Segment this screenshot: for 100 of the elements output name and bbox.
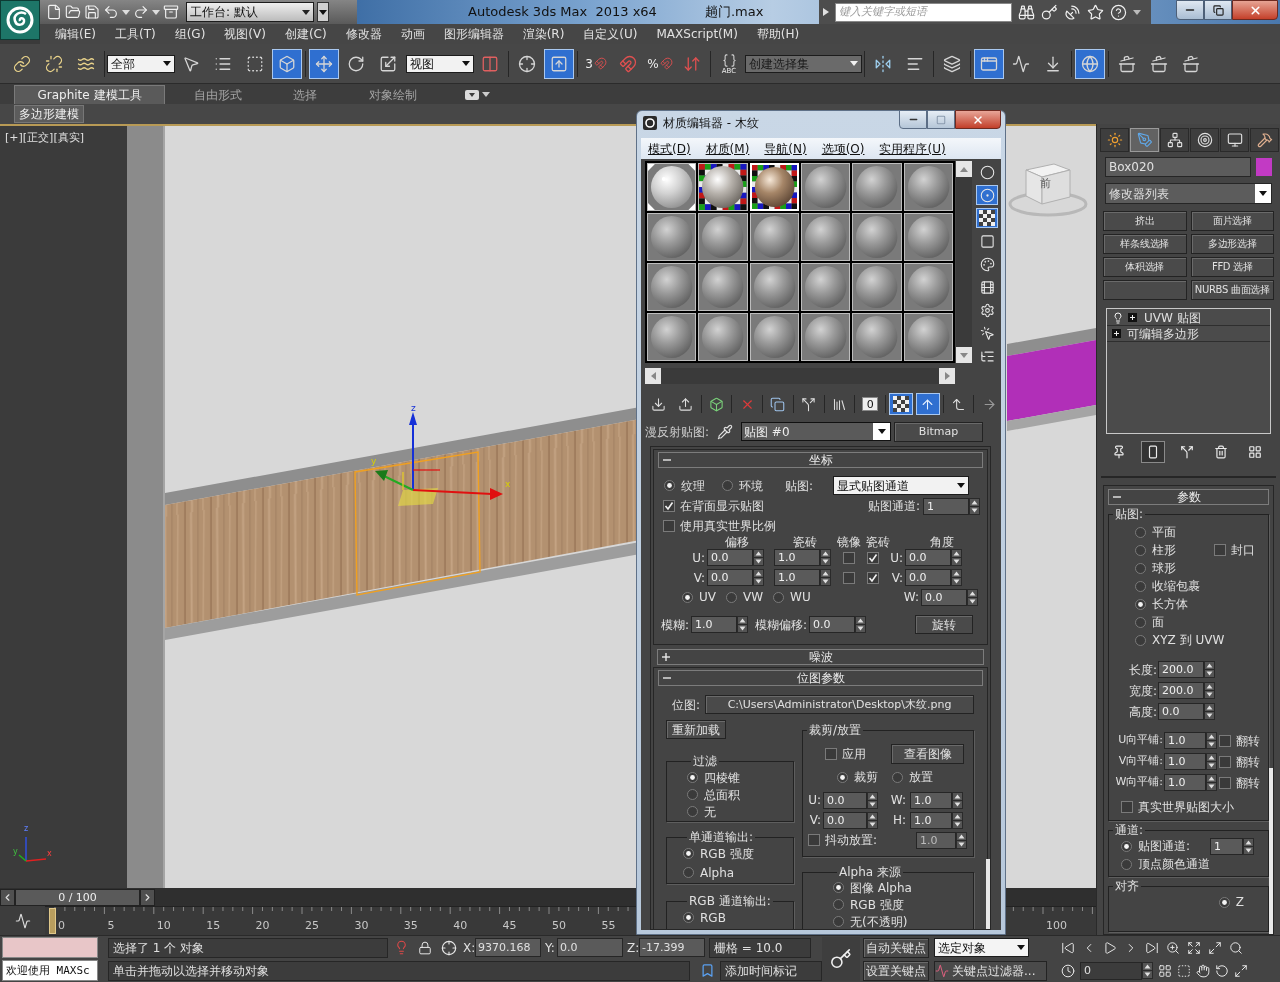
radio-button[interactable] — [1135, 598, 1146, 610]
spinner-field[interactable]: 0.0 — [707, 549, 753, 566]
spinner-field[interactable]: 1.0 — [691, 616, 738, 633]
menu-item[interactable]: 帮助(H) — [756, 28, 800, 40]
coordinate-field[interactable]: 0.0 — [557, 938, 623, 957]
dropdown[interactable]: 显式贴图通道 — [833, 476, 970, 495]
spinner-arrows-icon[interactable] — [867, 811, 878, 829]
spinner-field[interactable]: 0.0 — [823, 811, 867, 829]
spinner-field[interactable]: 200.0 — [1158, 661, 1204, 678]
move-button[interactable] — [309, 48, 339, 79]
menu-item[interactable]: 视图(V) — [224, 28, 266, 40]
checkbox[interactable] — [1219, 755, 1231, 768]
menu-item[interactable]: 编辑(E) — [55, 28, 96, 40]
keyboard-override-button[interactable] — [544, 48, 574, 79]
spinner-field[interactable]: 0.0 — [809, 616, 856, 633]
dropdown[interactable]: 全部 — [107, 54, 175, 73]
spinner-arrows-icon[interactable] — [737, 616, 749, 633]
current-frame-marker[interactable] — [49, 908, 56, 934]
checkbox[interactable] — [1121, 801, 1133, 813]
rollout-header[interactable]: 坐标 — [658, 452, 983, 468]
dropdown[interactable]: 选定对象 — [934, 938, 1029, 957]
toolbar-menu-button[interactable] — [317, 2, 329, 22]
radio-button[interactable] — [773, 591, 785, 603]
radio-button[interactable] — [722, 480, 733, 491]
spinner-field[interactable]: 0.0 — [707, 569, 753, 586]
checkbox[interactable] — [1219, 734, 1231, 747]
spinner-field[interactable]: 0.0 — [905, 569, 951, 586]
rollout-header[interactable]: 噪波 — [657, 649, 984, 665]
modifier-button[interactable]: NURBS 曲面选择 — [1190, 280, 1274, 300]
menu-item[interactable]: 工具(T) — [114, 28, 156, 40]
spinner-arrows-icon[interactable] — [1206, 732, 1217, 749]
expand-arrow-icon[interactable] — [823, 8, 829, 16]
move-gizmo[interactable] — [375, 412, 503, 506]
radio-button[interactable] — [892, 771, 903, 783]
menu-item[interactable]: 组(G) — [174, 28, 206, 40]
checkbox[interactable] — [1219, 776, 1231, 789]
checkbox[interactable] — [808, 834, 820, 846]
spinner-arrows-icon[interactable] — [967, 588, 978, 606]
sample-tool-button[interactable] — [976, 208, 998, 228]
bitmap-path-button[interactable]: C:\Users\Administrator\Desktop\木纹.png — [705, 695, 975, 714]
radio-button[interactable] — [726, 591, 737, 603]
spinner-field[interactable]: 1 — [923, 497, 969, 515]
coordinate-field[interactable]: 9370.168 — [475, 938, 541, 957]
spinner-arrows-icon[interactable] — [820, 569, 831, 586]
view-image-button[interactable]: 查看图像 — [891, 744, 964, 764]
spinner-arrows-icon[interactable] — [951, 569, 962, 586]
spinner-arrows-icon[interactable] — [969, 497, 980, 515]
spinner-field[interactable]: 200.0 — [1158, 682, 1204, 699]
time-slider-thumb[interactable]: 0 / 100 — [15, 888, 140, 906]
radio-button[interactable] — [1218, 896, 1230, 908]
radio-button[interactable] — [1135, 580, 1146, 592]
spinner-field[interactable]: 0.0 — [905, 549, 951, 566]
radio-button[interactable] — [683, 867, 694, 878]
spinner-arrows-icon[interactable] — [952, 811, 963, 829]
material-tool-button[interactable]: 0 — [858, 393, 883, 415]
plus-box-icon[interactable] — [1128, 313, 1137, 322]
spinner-field[interactable]: 1.0 — [774, 549, 820, 566]
spinner-field[interactable]: 1.0 — [1164, 753, 1206, 770]
modifier-list-dropdown[interactable]: 修改器列表 — [1105, 183, 1272, 204]
radio-button[interactable] — [833, 916, 844, 927]
current-frame-field[interactable]: 0 — [1080, 961, 1142, 980]
radio-button[interactable] — [682, 591, 693, 603]
command-panel-tab[interactable] — [1190, 128, 1219, 152]
window-crossing-button[interactable] — [272, 48, 302, 79]
spinner-arrows-icon[interactable] — [951, 549, 962, 566]
spinner-arrows-icon[interactable] — [867, 791, 878, 809]
rollout-header[interactable]: 参数 — [1108, 489, 1269, 505]
scroll-right-icon[interactable] — [944, 372, 950, 380]
maximize-button[interactable] — [927, 110, 955, 129]
checkbox[interactable] — [663, 519, 675, 532]
spinner-arrows-icon[interactable] — [1204, 682, 1215, 699]
radio-button[interactable] — [837, 771, 848, 783]
radio-button[interactable] — [1135, 616, 1146, 628]
radio-button[interactable] — [687, 789, 698, 800]
viewport-label[interactable]: [+][正交][真实] — [5, 130, 84, 147]
material-editor-button[interactable] — [1075, 48, 1105, 79]
spinner-arrows-icon[interactable] — [753, 569, 764, 586]
radio-button[interactable] — [1121, 840, 1132, 852]
radio-button[interactable] — [1121, 858, 1132, 870]
plus-box-icon[interactable] — [1112, 329, 1121, 338]
command-panel-tab[interactable] — [1250, 128, 1279, 152]
radio-button[interactable] — [687, 806, 698, 817]
modifier-button[interactable]: 挤出 — [1103, 211, 1187, 231]
time-tag-field[interactable]: 添加时间标记 — [720, 960, 822, 981]
checkbox[interactable] — [843, 571, 855, 584]
dropdown[interactable]: 视图 — [406, 54, 474, 73]
scroll-up-icon[interactable] — [960, 166, 968, 172]
spinner-field[interactable]: 1.0 — [774, 569, 820, 586]
map-name-dropdown[interactable]: 贴图 #0 — [741, 422, 892, 441]
modifier-button[interactable]: FFD 选择 — [1190, 257, 1274, 277]
set-key-button[interactable]: 设置关键点 — [863, 960, 929, 981]
radio-button[interactable] — [1135, 634, 1146, 646]
command-panel-tab[interactable] — [1220, 128, 1249, 152]
rollout-header[interactable]: 位图参数 — [658, 670, 983, 686]
menu-item[interactable]: 动画 — [400, 28, 425, 40]
radio-button[interactable] — [833, 882, 844, 893]
spinner-arrows-icon[interactable] — [820, 549, 831, 566]
spinner-field[interactable]: 1.0 — [910, 811, 952, 829]
map-type-button[interactable]: Bitmap — [894, 421, 984, 442]
previous-frame-button[interactable] — [0, 888, 15, 906]
